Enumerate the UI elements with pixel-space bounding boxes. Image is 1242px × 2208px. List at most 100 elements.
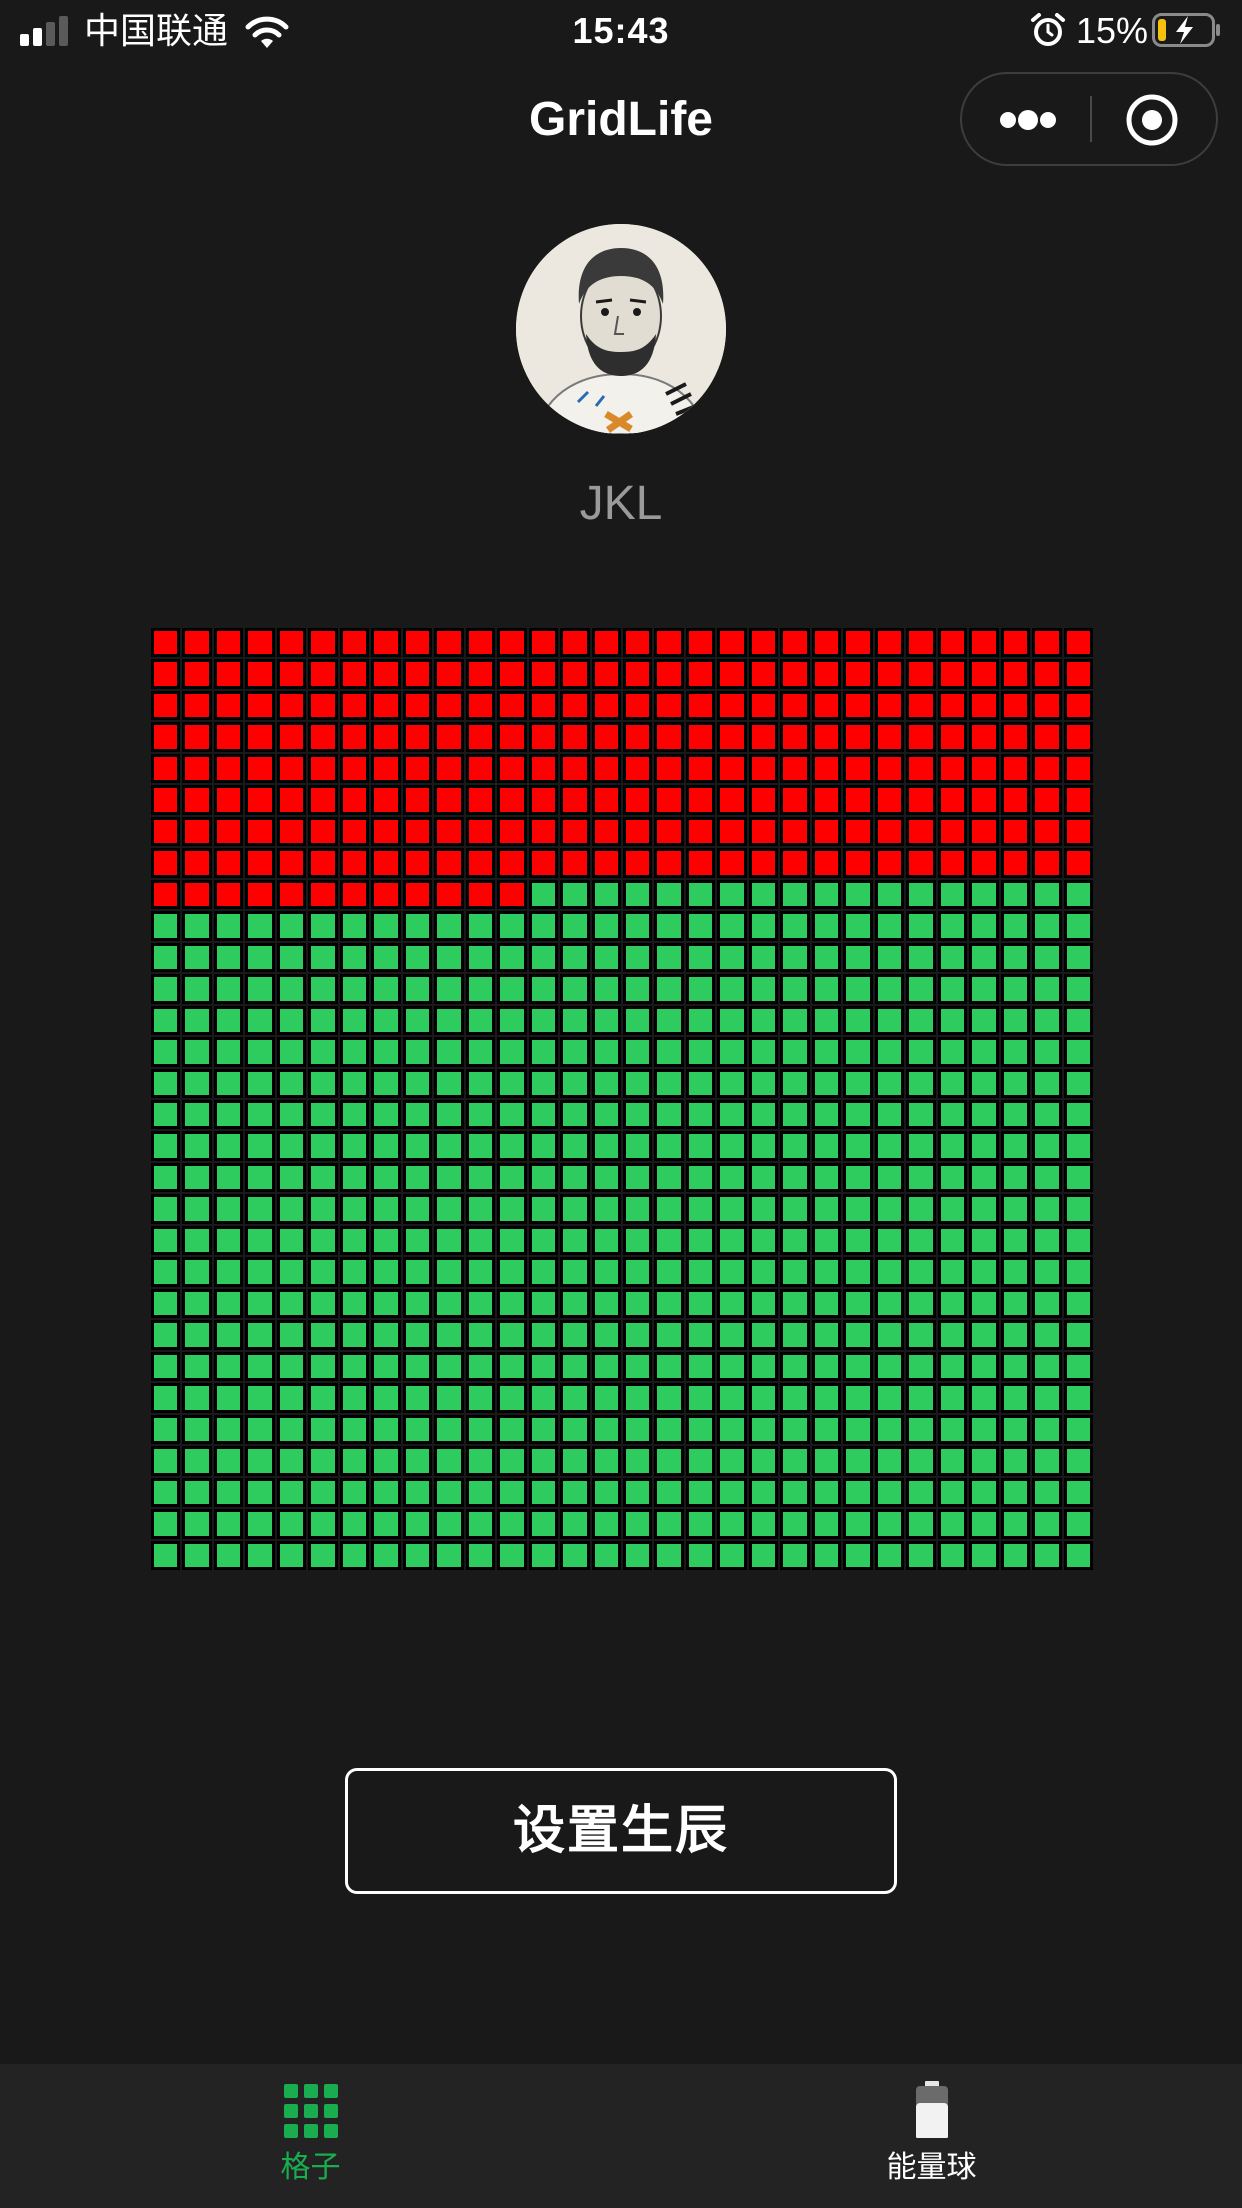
grid-cell-empty: [843, 1068, 873, 1098]
life-grid: [150, 627, 1094, 1571]
grid-cell-filled: [811, 816, 842, 847]
grid-cell-filled: [1000, 753, 1031, 784]
grid-cell-empty: [591, 1162, 621, 1193]
grid-cell-empty: [339, 1257, 370, 1287]
grid-cell-empty: [623, 1162, 653, 1193]
grid-cell-filled: [245, 879, 275, 910]
grid-cell-filled: [371, 753, 401, 784]
grid-cell-empty: [560, 1446, 590, 1476]
grid-cell-empty: [685, 1509, 716, 1539]
grid-cell-empty: [465, 1037, 496, 1067]
grid-cell-filled: [1032, 848, 1062, 878]
grid-cell-empty: [874, 1383, 905, 1413]
grid-cell-empty: [497, 1446, 527, 1476]
grid-cell-empty: [654, 879, 684, 910]
grid-cell-empty: [748, 1068, 779, 1098]
grid-cell-empty: [371, 1446, 401, 1476]
grid-cell-empty: [213, 1257, 244, 1287]
grid-cell-empty: [213, 942, 244, 973]
grid-cell-empty: [465, 1194, 496, 1224]
grid-cell-filled: [402, 753, 433, 784]
close-target-icon[interactable]: [1092, 74, 1216, 164]
grid-cell-empty: [906, 1383, 936, 1413]
grid-cell-empty: [560, 1383, 590, 1413]
grid-cell-filled: [654, 816, 684, 847]
grid-cell-empty: [623, 1131, 653, 1161]
grid-cell-filled: [276, 722, 307, 752]
avatar: [516, 224, 726, 434]
grid-cell-empty: [1063, 1037, 1093, 1067]
grid-cell-filled: [874, 848, 905, 878]
grid-cell-empty: [308, 911, 338, 941]
grid-cell-empty: [560, 1477, 590, 1508]
grid-cell-empty: [937, 974, 968, 1004]
grid-cell-empty: [402, 1351, 433, 1382]
grid-cell-empty: [969, 1162, 999, 1193]
grid-cell-empty: [371, 1100, 401, 1130]
grid-cell-empty: [528, 1509, 559, 1539]
grid-cell-empty: [308, 1288, 338, 1319]
grid-cell-empty: [434, 974, 464, 1004]
grid-cell-empty: [465, 1320, 496, 1350]
grid-cell-filled: [371, 785, 401, 815]
grid-cell-filled: [528, 722, 559, 752]
grid-cell-filled: [811, 785, 842, 815]
grid-cell-empty: [182, 1257, 212, 1287]
grid-cell-filled: [717, 816, 747, 847]
grid-cell-empty: [874, 1005, 905, 1036]
grid-cell-filled: [245, 690, 275, 721]
grid-cell-empty: [969, 1320, 999, 1350]
grid-cell-empty: [497, 1383, 527, 1413]
grid-cell-empty: [1063, 974, 1093, 1004]
grid-cell-empty: [969, 1005, 999, 1036]
grid-cell-filled: [591, 816, 621, 847]
grid-cell-empty: [717, 879, 747, 910]
grid-cell-empty: [245, 1288, 275, 1319]
grid-cell-empty: [245, 974, 275, 1004]
grid-cell-filled: [182, 659, 212, 689]
grid-cell-empty: [937, 1446, 968, 1476]
grid-cell-filled: [276, 690, 307, 721]
grid-cell-filled: [937, 816, 968, 847]
more-icon[interactable]: [962, 74, 1090, 164]
grid-cell-empty: [245, 1162, 275, 1193]
grid-cell-filled: [1063, 816, 1093, 847]
grid-cell-filled: [308, 848, 338, 878]
grid-cell-filled: [245, 785, 275, 815]
grid-cell-empty: [654, 1414, 684, 1445]
grid-cell-filled: [843, 785, 873, 815]
grid-cell-empty: [780, 1477, 810, 1508]
grid-cell-empty: [780, 1005, 810, 1036]
grid-cell-empty: [1000, 1288, 1031, 1319]
grid-cell-empty: [402, 1037, 433, 1067]
grid-cell-empty: [937, 879, 968, 910]
grid-cell-empty: [497, 1414, 527, 1445]
grid-cell-empty: [213, 1131, 244, 1161]
grid-cell-empty: [1032, 1225, 1062, 1256]
grid-cell-empty: [937, 1509, 968, 1539]
grid-cell-filled: [969, 628, 999, 658]
grid-cell-filled: [308, 690, 338, 721]
set-birth-button[interactable]: 设置生辰: [345, 1768, 897, 1894]
grid-cell-filled: [1063, 848, 1093, 878]
tab-grid[interactable]: 格子: [0, 2064, 621, 2208]
grid-cell-empty: [748, 1351, 779, 1382]
grid-cell-empty: [654, 1446, 684, 1476]
grid-cell-empty: [339, 1320, 370, 1350]
grid-cell-empty: [465, 1131, 496, 1161]
grid-cell-empty: [874, 911, 905, 941]
grid-cell-empty: [339, 911, 370, 941]
tab-energy[interactable]: 能量球: [621, 2064, 1242, 2208]
grid-cell-empty: [1032, 1383, 1062, 1413]
grid-cell-empty: [654, 1383, 684, 1413]
grid-cell-filled: [528, 848, 559, 878]
grid-cell-empty: [969, 1509, 999, 1539]
grid-cell-empty: [497, 1257, 527, 1287]
grid-cell-empty: [245, 1100, 275, 1130]
grid-cell-filled: [528, 816, 559, 847]
grid-cell-filled: [685, 659, 716, 689]
grid-cell-empty: [1032, 1037, 1062, 1067]
grid-cell-empty: [245, 1005, 275, 1036]
grid-cell-empty: [780, 879, 810, 910]
grid-cell-empty: [906, 1477, 936, 1508]
